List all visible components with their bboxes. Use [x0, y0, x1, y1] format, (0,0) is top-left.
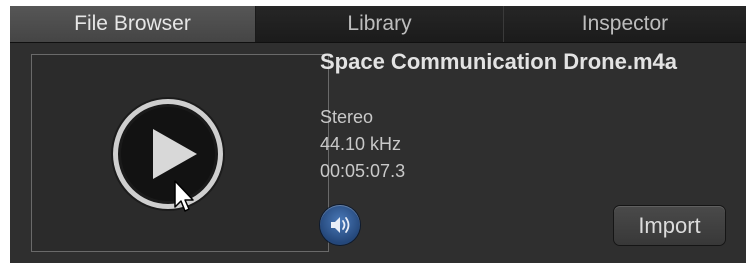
speaker-icon: [331, 217, 350, 233]
tab-file-browser[interactable]: File Browser: [10, 6, 256, 42]
file-name: Space Communication Drone.m4a: [320, 49, 677, 74]
file-browser-window: File Browser Library Inspector Space Com…: [10, 6, 746, 263]
media-preview: [31, 54, 329, 252]
import-button[interactable]: Import: [614, 206, 725, 245]
tab-bar: File Browser Library Inspector: [10, 6, 746, 43]
volume-button[interactable]: [320, 205, 360, 245]
play-icon: [153, 129, 197, 179]
channel-info: Stereo: [320, 107, 374, 127]
sample-rate: 44.10 kHz: [320, 134, 402, 154]
tab-inspector[interactable]: Inspector: [504, 6, 746, 42]
tab-library[interactable]: Library: [256, 6, 504, 42]
arrow-pointer-icon: [174, 180, 194, 212]
duration: 00:05:07.3: [320, 161, 406, 181]
play-button[interactable]: [113, 99, 223, 209]
